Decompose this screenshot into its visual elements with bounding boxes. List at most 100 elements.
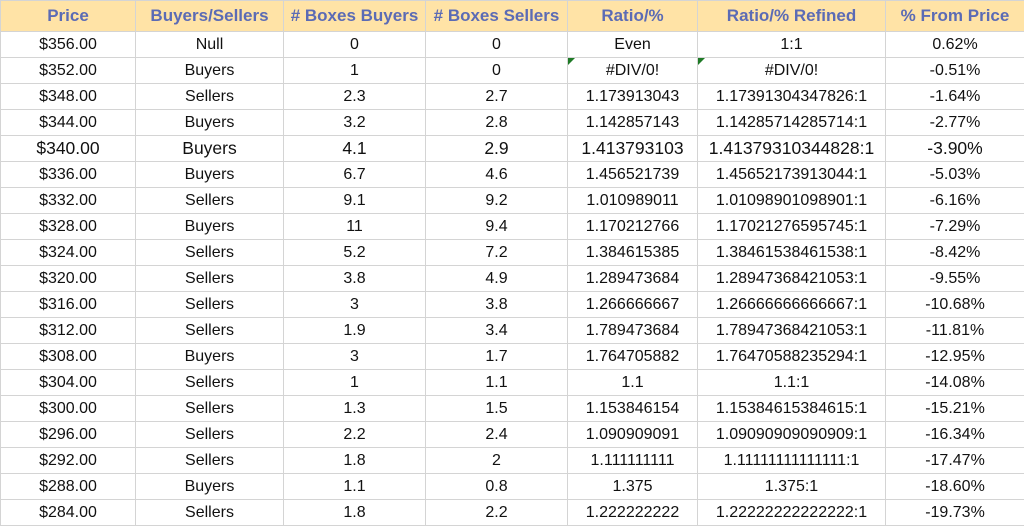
from-price-cell[interactable]: -12.95% [885, 343, 1024, 370]
ratio-cell[interactable]: 1.173913043 [567, 83, 698, 110]
price-cell[interactable]: $312.00 [0, 317, 136, 344]
buyers-sellers-cell[interactable]: Sellers [135, 83, 284, 110]
price-cell[interactable]: $348.00 [0, 83, 136, 110]
price-cell[interactable]: $352.00 [0, 57, 136, 84]
from-price-cell[interactable]: -9.55% [885, 265, 1024, 292]
ratio-cell[interactable]: 1.375 [567, 473, 698, 500]
price-cell[interactable]: $308.00 [0, 343, 136, 370]
ratio-cell[interactable]: 1.170212766 [567, 213, 698, 240]
boxes-buyers-cell[interactable]: 0 [283, 31, 426, 58]
header-ratio-refined[interactable]: Ratio/% Refined [697, 0, 886, 32]
ratio-cell[interactable]: 1.142857143 [567, 109, 698, 136]
from-price-cell[interactable]: -7.29% [885, 213, 1024, 240]
header-boxes-buyers[interactable]: # Boxes Buyers [283, 0, 426, 32]
boxes-buyers-cell[interactable]: 1.8 [283, 447, 426, 474]
price-cell[interactable]: $340.00 [0, 135, 136, 162]
ratio-refined-cell[interactable]: 1.41379310344828:1 [697, 135, 886, 162]
from-price-cell[interactable]: -18.60% [885, 473, 1024, 500]
buyers-sellers-cell[interactable]: Sellers [135, 291, 284, 318]
boxes-sellers-cell[interactable]: 2.4 [425, 421, 568, 448]
ratio-refined-cell[interactable]: 1.14285714285714:1 [697, 109, 886, 136]
buyers-sellers-cell[interactable]: Sellers [135, 265, 284, 292]
from-price-cell[interactable]: -1.64% [885, 83, 1024, 110]
buyers-sellers-cell[interactable]: Sellers [135, 499, 284, 526]
header-boxes-sellers[interactable]: # Boxes Sellers [425, 0, 568, 32]
boxes-buyers-cell[interactable]: 1.8 [283, 499, 426, 526]
price-cell[interactable]: $320.00 [0, 265, 136, 292]
buyers-sellers-cell[interactable]: Buyers [135, 473, 284, 500]
boxes-buyers-cell[interactable]: 1 [283, 369, 426, 396]
ratio-refined-cell[interactable]: 1.11111111111111:1 [697, 447, 886, 474]
ratio-cell[interactable]: 1.010989011 [567, 187, 698, 214]
header-ratio[interactable]: Ratio/% [567, 0, 698, 32]
boxes-sellers-cell[interactable]: 2.8 [425, 109, 568, 136]
ratio-refined-cell[interactable]: 1:1 [697, 31, 886, 58]
boxes-buyers-cell[interactable]: 1.9 [283, 317, 426, 344]
ratio-refined-cell[interactable]: 1.17021276595745:1 [697, 213, 886, 240]
ratio-cell[interactable]: 1.456521739 [567, 161, 698, 188]
ratio-cell[interactable]: 1.222222222 [567, 499, 698, 526]
price-cell[interactable]: $292.00 [0, 447, 136, 474]
ratio-cell[interactable]: 1.289473684 [567, 265, 698, 292]
buyers-sellers-cell[interactable]: Sellers [135, 395, 284, 422]
boxes-sellers-cell[interactable]: 2 [425, 447, 568, 474]
from-price-cell[interactable]: 0.62% [885, 31, 1024, 58]
header-price[interactable]: Price [0, 0, 136, 32]
boxes-sellers-cell[interactable]: 1.1 [425, 369, 568, 396]
boxes-sellers-cell[interactable]: 0 [425, 57, 568, 84]
price-cell[interactable]: $284.00 [0, 499, 136, 526]
from-price-cell[interactable]: -14.08% [885, 369, 1024, 396]
boxes-sellers-cell[interactable]: 3.4 [425, 317, 568, 344]
from-price-cell[interactable]: -19.73% [885, 499, 1024, 526]
buyers-sellers-cell[interactable]: Buyers [135, 57, 284, 84]
boxes-buyers-cell[interactable]: 1.1 [283, 473, 426, 500]
from-price-cell[interactable]: -16.34% [885, 421, 1024, 448]
from-price-cell[interactable]: -0.51% [885, 57, 1024, 84]
ratio-refined-cell[interactable]: 1.15384615384615:1 [697, 395, 886, 422]
ratio-cell[interactable]: 1.789473684 [567, 317, 698, 344]
from-price-cell[interactable]: -17.47% [885, 447, 1024, 474]
boxes-sellers-cell[interactable]: 7.2 [425, 239, 568, 266]
boxes-buyers-cell[interactable]: 3 [283, 291, 426, 318]
ratio-cell[interactable]: 1.090909091 [567, 421, 698, 448]
ratio-cell[interactable]: 1.384615385 [567, 239, 698, 266]
boxes-buyers-cell[interactable]: 3.2 [283, 109, 426, 136]
price-cell[interactable]: $296.00 [0, 421, 136, 448]
price-cell[interactable]: $288.00 [0, 473, 136, 500]
ratio-refined-cell[interactable]: 1.28947368421053:1 [697, 265, 886, 292]
ratio-cell[interactable]: Even [567, 31, 698, 58]
buyers-sellers-cell[interactable]: Buyers [135, 109, 284, 136]
boxes-sellers-cell[interactable]: 2.7 [425, 83, 568, 110]
buyers-sellers-cell[interactable]: Sellers [135, 317, 284, 344]
boxes-sellers-cell[interactable]: 4.6 [425, 161, 568, 188]
ratio-refined-cell[interactable]: 1.38461538461538:1 [697, 239, 886, 266]
price-cell[interactable]: $328.00 [0, 213, 136, 240]
ratio-refined-cell[interactable]: 1.1:1 [697, 369, 886, 396]
header-from-price[interactable]: % From Price [885, 0, 1024, 32]
boxes-buyers-cell[interactable]: 2.2 [283, 421, 426, 448]
boxes-buyers-cell[interactable]: 9.1 [283, 187, 426, 214]
boxes-sellers-cell[interactable]: 4.9 [425, 265, 568, 292]
boxes-buyers-cell[interactable]: 1 [283, 57, 426, 84]
buyers-sellers-cell[interactable]: Sellers [135, 369, 284, 396]
boxes-sellers-cell[interactable]: 2.9 [425, 135, 568, 162]
ratio-refined-cell[interactable]: 1.26666666666667:1 [697, 291, 886, 318]
buyers-sellers-cell[interactable]: Buyers [135, 213, 284, 240]
price-cell[interactable]: $304.00 [0, 369, 136, 396]
header-buyers-sellers[interactable]: Buyers/Sellers [135, 0, 284, 32]
ratio-cell[interactable]: 1.111111111 [567, 447, 698, 474]
buyers-sellers-cell[interactable]: Sellers [135, 187, 284, 214]
ratio-refined-cell[interactable]: 1.78947368421053:1 [697, 317, 886, 344]
ratio-refined-cell[interactable]: 1.76470588235294:1 [697, 343, 886, 370]
from-price-cell[interactable]: -3.90% [885, 135, 1024, 162]
boxes-sellers-cell[interactable]: 1.7 [425, 343, 568, 370]
buyers-sellers-cell[interactable]: Sellers [135, 421, 284, 448]
from-price-cell[interactable]: -5.03% [885, 161, 1024, 188]
buyers-sellers-cell[interactable]: Sellers [135, 447, 284, 474]
from-price-cell[interactable]: -8.42% [885, 239, 1024, 266]
price-cell[interactable]: $356.00 [0, 31, 136, 58]
boxes-sellers-cell[interactable]: 0 [425, 31, 568, 58]
from-price-cell[interactable]: -10.68% [885, 291, 1024, 318]
ratio-cell[interactable]: 1.413793103 [567, 135, 698, 162]
from-price-cell[interactable]: -11.81% [885, 317, 1024, 344]
